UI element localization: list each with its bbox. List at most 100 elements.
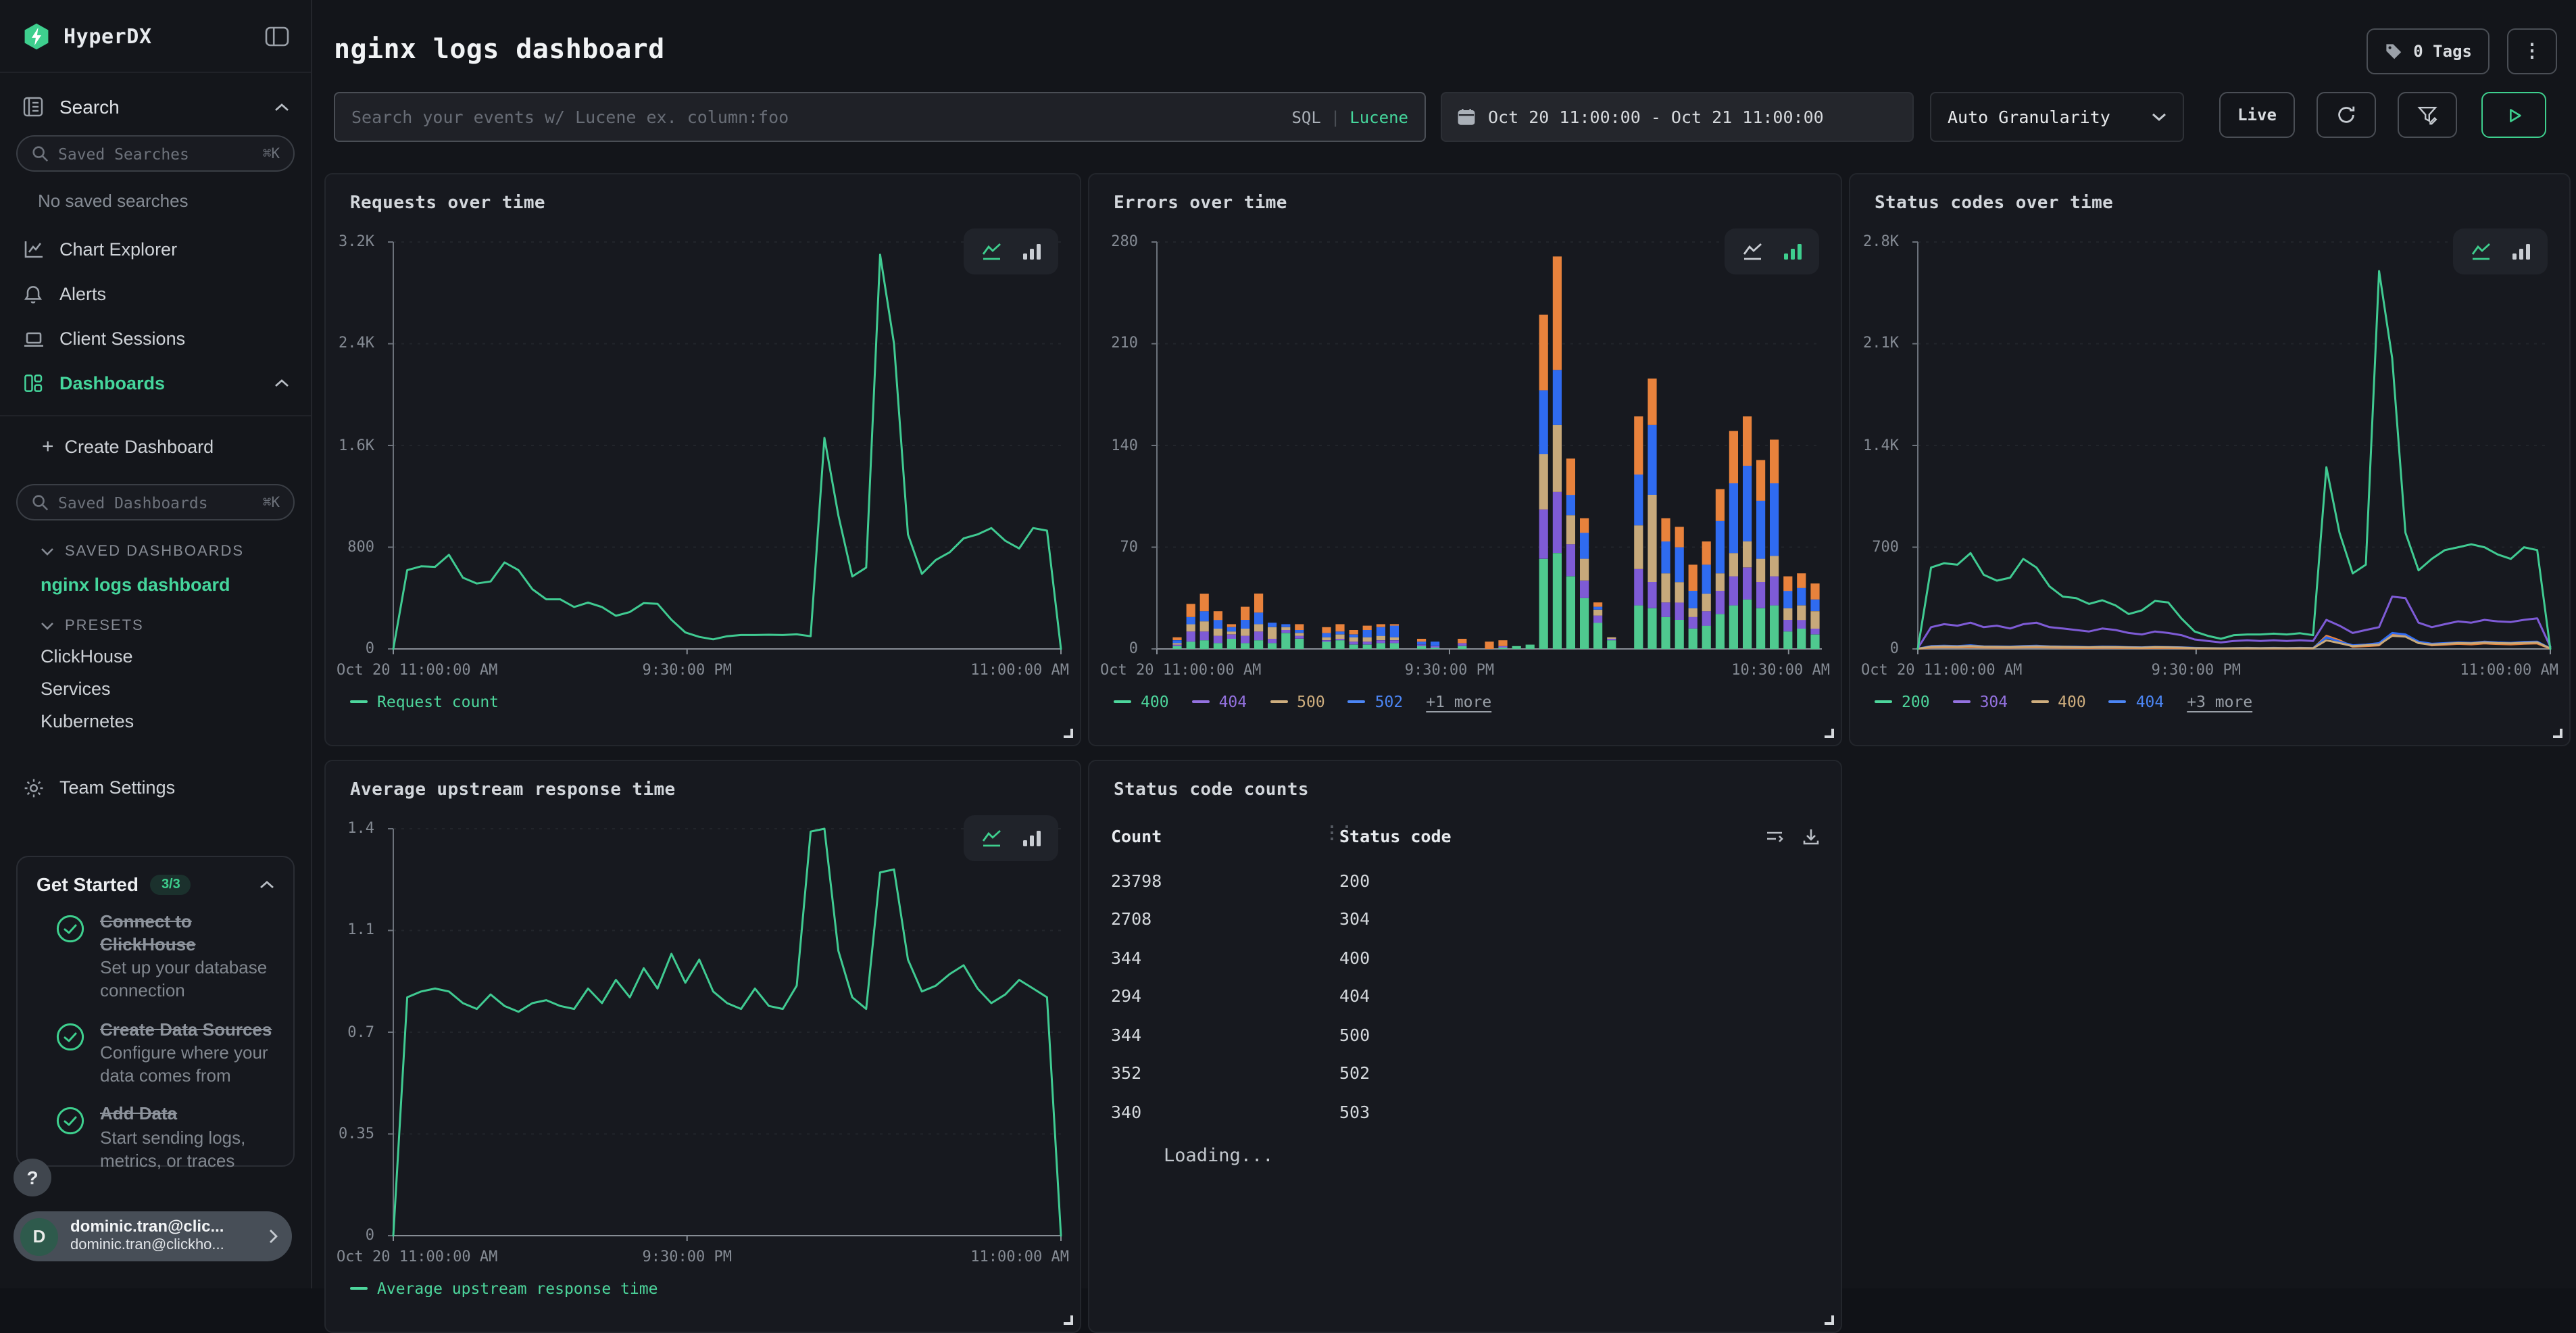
panel-resize-handle[interactable] <box>1825 1315 1834 1325</box>
saved-dashboards-section-toggle[interactable]: SAVED DASHBOARDS <box>41 543 311 560</box>
event-search-box[interactable]: SQL | Lucene <box>334 92 1426 142</box>
legend-item[interactable]: 304 <box>1953 692 2008 711</box>
table-row[interactable]: 340503 <box>1111 1092 1822 1131</box>
sql-mode-toggle[interactable]: SQL <box>1291 107 1320 126</box>
tags-button[interactable]: 0 Tags <box>2366 28 2490 74</box>
table-row[interactable]: 23798200 <box>1111 861 1822 900</box>
get-started-progress-badge: 3/3 <box>151 874 191 894</box>
run-query-button[interactable] <box>2481 92 2546 138</box>
legend-item[interactable]: 404 <box>1192 692 1247 711</box>
sidebar-item-services[interactable]: Services <box>41 679 311 699</box>
brand-row: HyperDX <box>0 0 311 73</box>
saved-searches-field[interactable] <box>58 144 263 163</box>
create-dashboard-button[interactable]: + Create Dashboard <box>0 426 311 466</box>
refresh-button[interactable] <box>2317 92 2376 138</box>
hyperdx-app: HyperDX Search ⌘K No saved searches <box>0 0 2576 1288</box>
collapse-get-started-button[interactable] <box>259 879 274 889</box>
table-row[interactable]: 2708304 <box>1111 900 1822 938</box>
line-chart-icon[interactable] <box>2470 242 2493 261</box>
sidebar-item-nginx-logs-dashboard[interactable]: nginx logs dashboard <box>41 575 311 595</box>
user-name: dominic.tran@clic... <box>70 1217 269 1238</box>
play-icon <box>2504 105 2524 125</box>
legend-item[interactable]: 500 <box>1270 692 1325 711</box>
saved-dashboards-input[interactable]: ⌘K <box>16 484 295 520</box>
chevron-up-icon <box>274 102 289 112</box>
search-section-icon <box>22 96 45 118</box>
live-button[interactable]: Live <box>2219 92 2295 138</box>
get-started-step[interactable]: Create Data Sources Configure where your… <box>36 1019 274 1088</box>
legend-item[interactable]: 400 <box>2031 692 2086 711</box>
legend-item[interactable]: Average upstream response time <box>350 1279 658 1298</box>
saved-dashboards-field[interactable] <box>58 493 263 512</box>
sidebar-item-alerts[interactable]: Alerts <box>0 272 311 316</box>
get-started-title: Get Started <box>36 873 139 895</box>
sidebar-item-dashboards[interactable]: Dashboards <box>0 361 311 406</box>
panel-status-codes-over-time: Status codes over time 07001.4K2.1K2.8KO… <box>1849 173 2571 746</box>
gear-icon <box>22 777 44 798</box>
bar-chart-icon[interactable] <box>1021 829 1041 848</box>
legend-item[interactable]: 502 <box>1348 692 1404 711</box>
panel-title: Requests over time <box>350 193 545 214</box>
get-started-step[interactable]: Add Data Start sending logs, metrics, or… <box>36 1104 274 1173</box>
collapse-sidebar-button[interactable] <box>265 25 289 47</box>
panel-resize-handle[interactable] <box>1064 729 1073 738</box>
table-row[interactable]: 344400 <box>1111 938 1822 977</box>
saved-searches-input[interactable]: ⌘K <box>16 135 295 172</box>
bar-chart-icon[interactable] <box>1021 242 1041 261</box>
legend-more-link[interactable]: +3 more <box>2187 692 2252 711</box>
dashboard-grid: Requests over time 08001.6K2.4K3.2KOct 2… <box>324 173 2571 1333</box>
laptop-icon <box>22 329 44 348</box>
line-chart-icon[interactable] <box>981 242 1004 261</box>
hyperdx-logo-icon <box>22 21 51 51</box>
table-row[interactable]: 352502 <box>1111 1054 1822 1092</box>
bar-chart-icon[interactable] <box>1782 242 1802 261</box>
legend-item[interactable]: 404 <box>2109 692 2164 711</box>
panel-status-code-counts: Status code counts Count ⋮⋮ Status code <box>1088 760 1842 1333</box>
panel-resize-handle[interactable] <box>1825 729 1834 738</box>
tag-icon <box>2383 42 2402 61</box>
lucene-mode-toggle[interactable]: Lucene <box>1349 107 1408 126</box>
shortcut-badge: ⌘K <box>263 145 280 162</box>
chart-type-toggle <box>964 228 1058 274</box>
legend-more-link[interactable]: +1 more <box>1426 692 1491 711</box>
sidebar-item-kubernetes[interactable]: Kubernetes <box>41 711 311 731</box>
panel-resize-handle[interactable] <box>2553 729 2562 738</box>
dashboard-menu-button[interactable]: ⋮ <box>2507 28 2557 74</box>
sidebar-item-search[interactable]: Search <box>22 96 289 118</box>
chart-type-toggle <box>2453 228 2548 274</box>
chevron-right-icon <box>269 1229 278 1244</box>
panel-title: Average upstream response time <box>350 780 676 800</box>
sidebar-item-clickhouse[interactable]: ClickHouse <box>41 646 311 666</box>
line-chart-icon[interactable] <box>1741 242 1764 261</box>
brand-name: HyperDX <box>64 24 265 48</box>
check-circle-icon <box>55 1021 85 1051</box>
download-icon[interactable] <box>1800 826 1822 848</box>
legend-item[interactable]: 200 <box>1875 692 1930 711</box>
presets-section-toggle[interactable]: PRESETS <box>41 618 311 634</box>
legend-item[interactable]: Request count <box>350 692 499 711</box>
line-chart-icon[interactable] <box>981 829 1004 848</box>
sidebar-item-chart-explorer[interactable]: Chart Explorer <box>0 227 311 272</box>
panel-requests-over-time: Requests over time 08001.6K2.4K3.2KOct 2… <box>324 173 1081 746</box>
get-started-step[interactable]: Connect to ClickHouse Set up your databa… <box>36 911 274 1002</box>
panel-errors-over-time: Errors over time 070140210280Oct 20 11:0… <box>1088 173 1842 746</box>
granularity-select[interactable]: Auto Granularity <box>1930 92 2184 142</box>
filter-button[interactable] <box>2398 92 2457 138</box>
search-section-label: Search <box>59 96 274 118</box>
sidebar-item-client-sessions[interactable]: Client Sessions <box>0 316 311 361</box>
sidebar-item-team-settings[interactable]: Team Settings <box>0 765 311 810</box>
column-header-count[interactable]: Count <box>1111 826 1162 846</box>
chevron-up-icon <box>274 379 289 388</box>
search-input[interactable] <box>351 107 1291 127</box>
panel-title: Status code counts <box>1114 780 1309 800</box>
legend-item[interactable]: 400 <box>1114 692 1169 711</box>
help-button[interactable]: ? <box>14 1159 51 1196</box>
table-row[interactable]: 294404 <box>1111 977 1822 1015</box>
time-range-picker[interactable]: Oct 20 11:00:00 - Oct 21 11:00:00 <box>1441 92 1914 142</box>
table-row[interactable]: 344500 <box>1111 1015 1822 1054</box>
bar-chart-icon[interactable] <box>2510 242 2531 261</box>
column-settings-icon[interactable] <box>1764 826 1785 848</box>
panel-resize-handle[interactable] <box>1064 1315 1073 1325</box>
user-menu[interactable]: D dominic.tran@clic... dominic.tran@clic… <box>14 1211 292 1261</box>
column-header-status-code[interactable]: Status code <box>1339 826 1452 846</box>
